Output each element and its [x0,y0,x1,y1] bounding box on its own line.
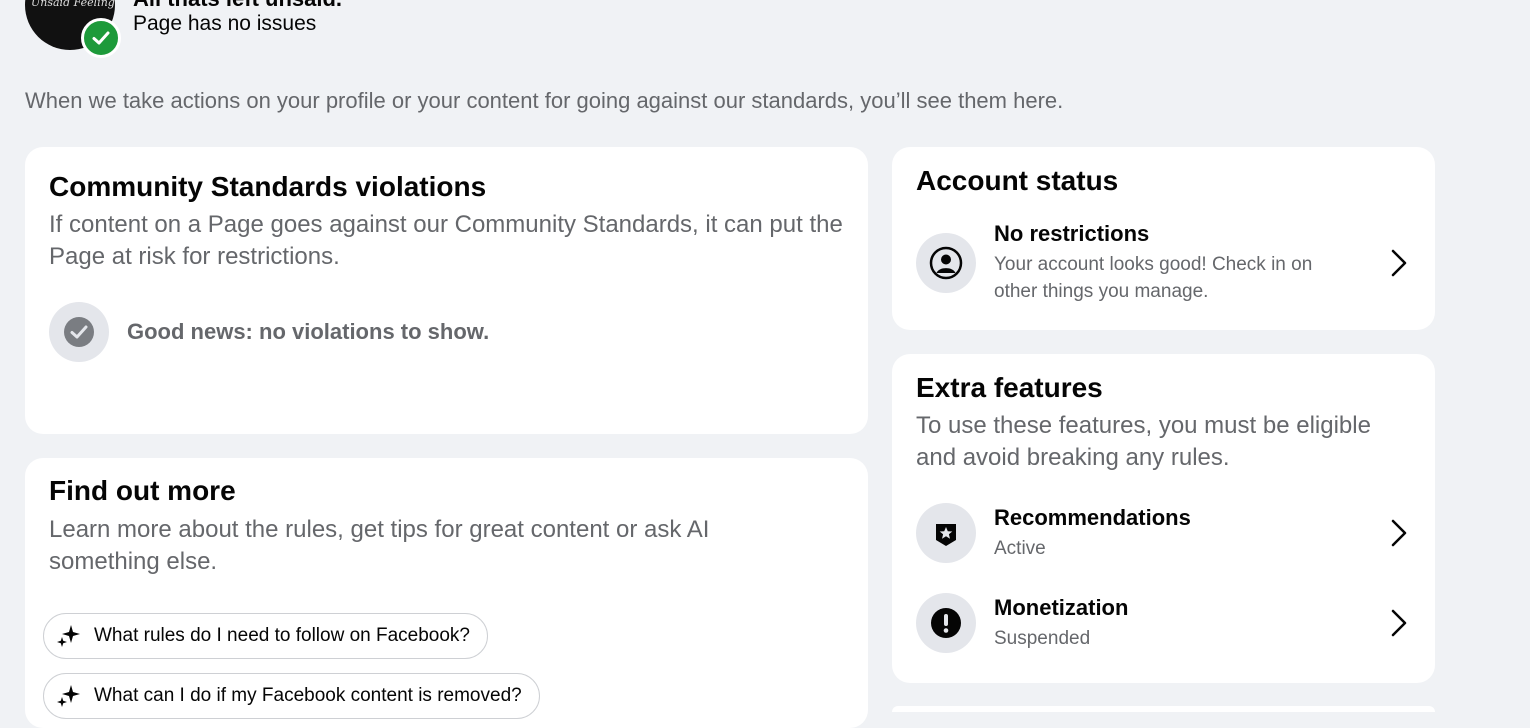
profile-circle-icon [916,233,976,293]
monetization-title: Monetization [994,594,1129,620]
violations-title: Community Standards violations [49,171,487,202]
no-violations-check-icon [49,302,109,362]
no-restrictions-subtitle: Your account looks good! Check in on oth… [994,254,1313,302]
violations-card: Community Standards violations If conten… [25,147,868,434]
ai-suggestion-label: What can I do if my Facebook content is … [94,685,522,706]
find-out-more-title: Find out more [49,475,236,506]
monetization-status: Suspended [994,627,1091,649]
check-badge-icon [81,18,121,58]
intro-text: When we take actions on your profile or … [25,88,1064,113]
recommendations-title: Recommendations [994,504,1191,530]
recommendations-badge-icon [916,503,976,563]
violations-description: If content on a Page goes against our Co… [49,211,843,270]
avatar-logo-text: Unsaid Feelings... [31,0,115,9]
recommendations-row[interactable]: Recommendations Active [916,503,1411,563]
find-out-more-description: Learn more about the rules, get tips for… [49,516,710,575]
monetization-row[interactable]: Monetization Suspended [916,593,1411,653]
extra-features-card: Extra features To use these features, yo… [892,354,1435,683]
recommendations-status: Active [994,537,1046,559]
extra-features-description: To use these features, you must be eligi… [916,412,1371,471]
account-status-card: Account status No restrictions Your acco… [892,147,1435,330]
no-restrictions-title: No restrictions [994,221,1150,246]
next-card [892,706,1435,712]
ai-sparkle-icon [57,625,80,647]
chevron-right-icon [1391,519,1407,547]
no-violations-message: Good news: no violations to show. [127,319,490,344]
alert-exclamation-icon [916,593,976,653]
ai-suggestion-label: What rules do I need to follow on Facebo… [94,625,471,646]
ai-suggestion-button[interactable]: What rules do I need to follow on Facebo… [43,613,489,659]
ai-suggestion-button[interactable]: What can I do if my Facebook content is … [43,673,540,719]
page-name: All thats left unsaid. [133,0,342,12]
chevron-right-icon [1391,249,1407,277]
no-restrictions-row[interactable]: No restrictions Your account looks good!… [916,221,1411,305]
extra-features-title: Extra features [916,372,1103,403]
account-status-title: Account status [916,165,1119,196]
chevron-right-icon [1391,609,1407,637]
ai-sparkle-icon [57,685,80,707]
page-status: Page has no issues [133,12,317,35]
